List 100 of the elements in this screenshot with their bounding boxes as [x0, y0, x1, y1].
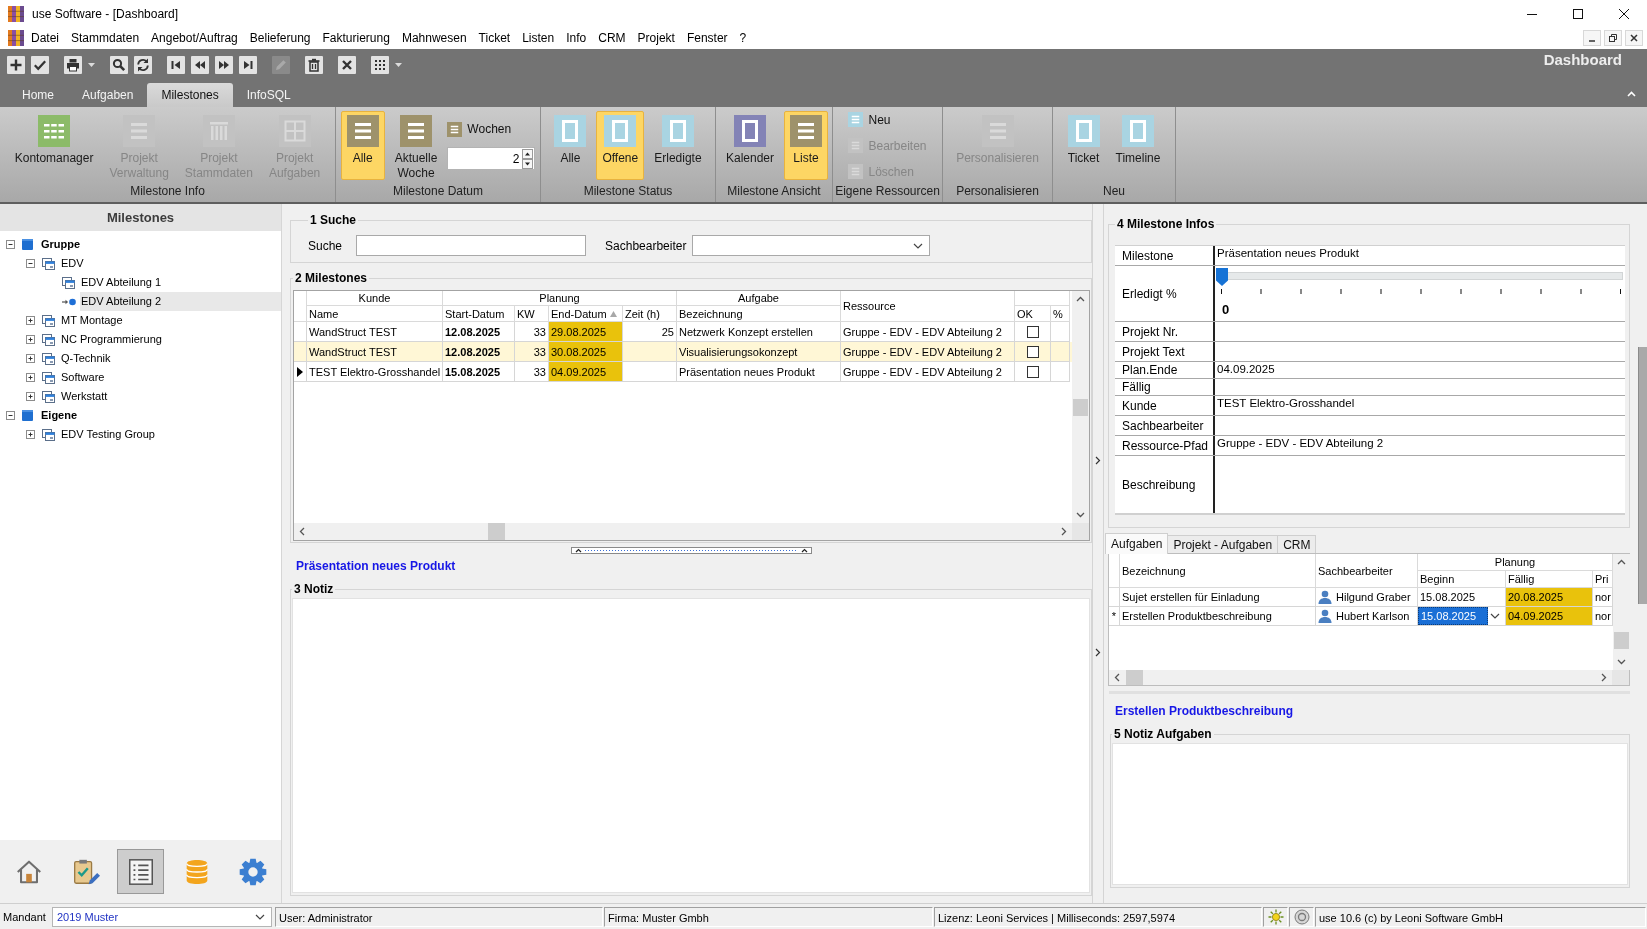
column-header[interactable]: Beginn — [1418, 571, 1506, 588]
dropdown-button[interactable] — [395, 62, 402, 67]
add-button[interactable] — [7, 55, 25, 74]
plus-box-icon[interactable] — [26, 430, 35, 439]
scroll-thumb[interactable] — [1126, 670, 1143, 685]
ribbon-button[interactable]: Ticket — [1061, 111, 1106, 180]
ribbon-tab[interactable]: Milestones — [147, 83, 233, 107]
list-view-button[interactable] — [117, 849, 164, 894]
table-row[interactable]: TEST Elektro-Grosshandel 15.08.2025 33 04.09.2025 Präsentation neues Produkt Gruppe - EDV - EDV Abteilung 2 — [294, 362, 1072, 382]
ribbon-button[interactable]: Neu — [848, 111, 891, 128]
scroll-thumb[interactable] — [1614, 632, 1629, 649]
value-field[interactable]: Präsentation neues Produkt — [1215, 246, 1625, 265]
minus-box-icon[interactable] — [6, 240, 15, 249]
column-header[interactable]: Bezeichnung — [1120, 554, 1316, 588]
chevron-up-icon[interactable] — [1617, 559, 1626, 565]
cancel-button[interactable] — [338, 55, 356, 74]
chevron-left-icon[interactable] — [299, 527, 305, 536]
table-row[interactable]: WandStruct TEST 12.08.2025 33 30.08.2025 Visualisierungsokonzept Gruppe - EDV - EDV Abteilung 2 — [294, 342, 1072, 362]
tree-item[interactable]: Software — [60, 368, 281, 387]
last-record-button[interactable] — [239, 55, 257, 74]
ribbon-tab[interactable]: InfoSQL — [232, 83, 305, 107]
tree-item[interactable]: NC Programmierung — [60, 330, 281, 349]
horizontal-scrollbar[interactable] — [1109, 670, 1612, 685]
spin-arrows-icon[interactable] — [522, 148, 534, 169]
plus-box-icon[interactable] — [26, 354, 35, 363]
vertical-scrollbar[interactable] — [1613, 554, 1630, 670]
menu-item[interactable]: Fakturierung — [316, 28, 396, 48]
chevron-right-icon[interactable] — [1601, 673, 1607, 682]
chevron-up-icon[interactable] — [1076, 296, 1085, 302]
refresh-button[interactable] — [134, 55, 152, 74]
close-button[interactable] — [1625, 30, 1643, 46]
restore-button[interactable] — [1604, 30, 1622, 46]
chevron-down-icon[interactable] — [1617, 659, 1626, 665]
menu-item[interactable]: CRM — [592, 28, 632, 48]
table-row[interactable]: * Erstellen Produktbeschreibung Hubert Karlson 15.08.2025 04.09.2025 nor — [1109, 607, 1613, 626]
scroll-thumb[interactable] — [488, 523, 505, 540]
minus-box-icon[interactable] — [6, 411, 15, 420]
menu-item[interactable]: Info — [560, 28, 593, 48]
delete-button[interactable] — [305, 55, 323, 74]
menu-item[interactable]: Ticket — [472, 28, 517, 48]
plus-box-icon[interactable] — [26, 373, 35, 382]
column-header[interactable]: % — [1051, 306, 1070, 322]
slider-track[interactable] — [1216, 268, 1623, 286]
number-field[interactable]: 2 — [447, 147, 536, 170]
table-row[interactable]: Sujet erstellen für Einladung Hilgund Graber 15.08.2025 20.08.2025 nor — [1109, 588, 1613, 607]
minus-box-icon[interactable] — [26, 259, 35, 268]
first-record-button[interactable] — [167, 55, 185, 74]
checkbox[interactable] — [1026, 325, 1039, 338]
column-header[interactable]: Name — [307, 306, 443, 322]
chevron-right-icon[interactable] — [1061, 527, 1067, 536]
chevron-right-icon[interactable] — [1095, 648, 1101, 657]
print-button[interactable] — [64, 55, 82, 74]
slider-thumb[interactable] — [1216, 268, 1228, 286]
tree-item[interactable]: Eigene — [40, 406, 281, 425]
collapse-ribbon-button[interactable] — [1627, 90, 1636, 97]
chevron-down-icon[interactable] — [1076, 512, 1085, 518]
menu-item[interactable]: Stammdaten — [65, 28, 146, 48]
tree-item[interactable]: EDV — [60, 254, 281, 273]
tree-item[interactable]: Werkstatt — [60, 387, 281, 406]
checkbox[interactable] — [1026, 345, 1039, 358]
column-header[interactable]: OK — [1015, 306, 1051, 322]
menu-item[interactable]: Belieferung — [243, 28, 317, 48]
splitter-handle[interactable] — [570, 547, 812, 554]
next-record-button[interactable] — [215, 55, 233, 74]
tree-item[interactable]: EDV Abteilung 1 — [80, 273, 281, 292]
search-field[interactable] — [356, 235, 587, 256]
menu-item[interactable]: ? — [733, 28, 753, 48]
menu-item[interactable]: Mahnwesen — [395, 28, 473, 48]
grid-button[interactable] — [371, 55, 389, 74]
value-field[interactable]: Gruppe - EDV - EDV Abteilung 2 — [1215, 436, 1625, 455]
checkbox[interactable] — [1026, 365, 1039, 378]
plus-box-icon[interactable] — [26, 335, 35, 344]
ribbon-button[interactable]: Timeline — [1109, 111, 1167, 180]
ribbon-button[interactable]: Erledigte — [648, 111, 708, 180]
ribbon-button[interactable]: Offene — [596, 111, 645, 180]
plus-box-icon[interactable] — [26, 316, 35, 325]
tree-item[interactable]: EDV Abteilung 2 — [80, 292, 281, 311]
ribbon-button[interactable]: Alle — [340, 111, 385, 180]
column-header[interactable]: Ressource — [841, 291, 1015, 322]
ribbon-button[interactable]: Liste — [784, 111, 828, 180]
menu-item[interactable]: Datei — [25, 28, 65, 48]
tab[interactable]: Aufgaben — [1105, 533, 1169, 554]
column-header[interactable]: Start-Datum — [443, 306, 515, 322]
column-header[interactable]: KW — [515, 306, 549, 322]
column-header[interactable]: Zeit (h) — [623, 306, 677, 322]
ribbon-button[interactable]: Alle — [548, 111, 593, 180]
ribbon-button[interactable]: Aktuelle Woche — [388, 111, 444, 180]
tree-item[interactable]: EDV Testing Group — [60, 425, 281, 444]
previous-record-button[interactable] — [191, 55, 209, 74]
menu-item[interactable]: Listen — [516, 28, 561, 48]
chevron-right-icon[interactable] — [1095, 456, 1101, 465]
ribbon-button[interactable]: Kontomanager — [8, 111, 100, 180]
milestone-link[interactable]: Präsentation neues Produkt — [296, 559, 456, 573]
ribbon-button[interactable]: Wochen — [447, 121, 512, 137]
menu-item[interactable]: Fenster — [680, 28, 734, 48]
tree-item[interactable]: Q-Technik — [60, 349, 281, 368]
tab[interactable]: Projekt - Aufgaben — [1167, 535, 1279, 553]
tree-item[interactable]: Gruppe — [40, 235, 281, 254]
search-button[interactable] — [110, 55, 128, 74]
value-field[interactable]: 04.09.2025 — [1215, 362, 1625, 378]
